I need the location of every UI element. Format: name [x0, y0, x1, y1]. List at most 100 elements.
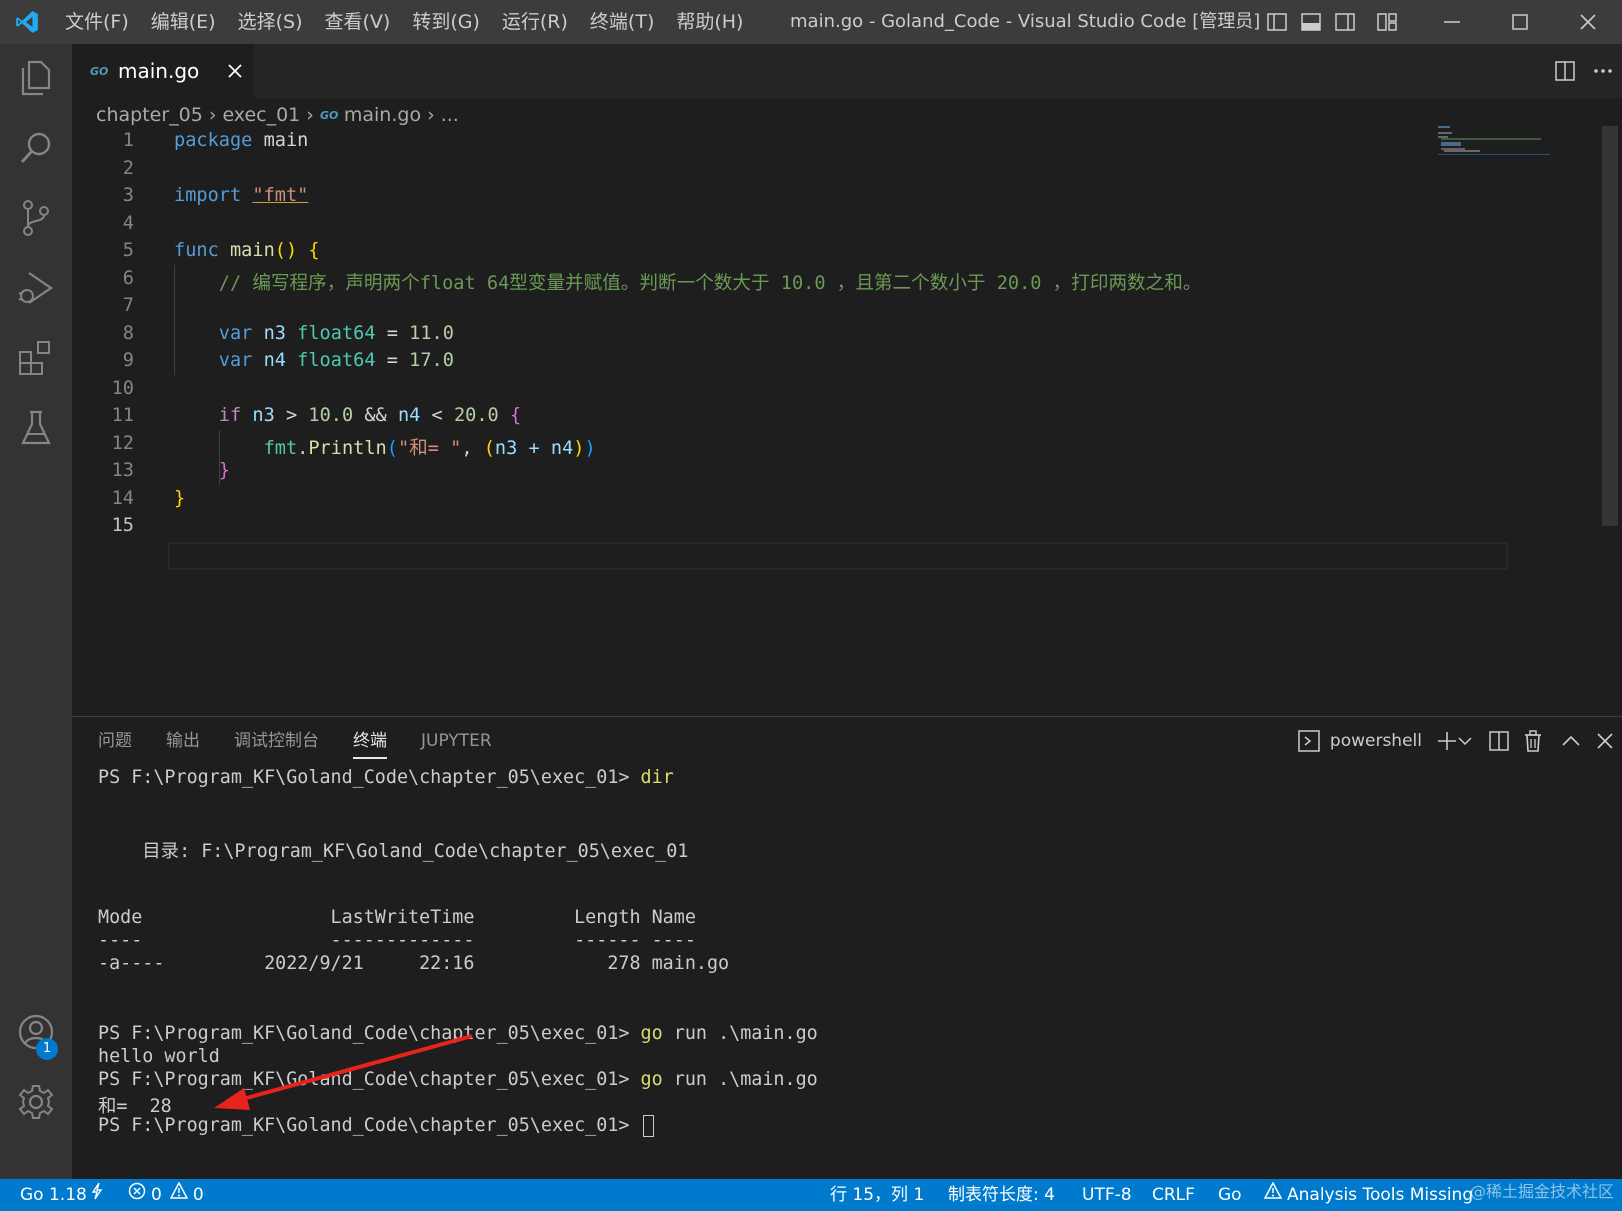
line-number: 15	[111, 515, 134, 536]
kill-terminal-icon[interactable]	[1516, 724, 1550, 758]
lightning-icon	[91, 1179, 103, 1211]
chevron-right-icon: ›	[306, 104, 314, 126]
editor-actions	[1546, 44, 1622, 98]
minimize-icon[interactable]	[1418, 0, 1486, 44]
line-number: 5	[122, 240, 134, 261]
breadcrumb-chapter[interactable]: chapter_05	[96, 104, 203, 126]
breadcrumb: chapter_05 › exec_01 › GO main.go › ...	[96, 100, 459, 130]
menu-selection[interactable]: 选择(S)	[227, 0, 314, 44]
code-line: import "fmt"	[174, 185, 309, 206]
run-debug-icon[interactable]	[0, 256, 72, 320]
split-editor-icon[interactable]	[1546, 51, 1584, 91]
code-line: // 编写程序，声明两个float 64型变量并赋值。判断一个数大于 10.0 …	[218, 272, 1202, 294]
code-editor[interactable]: 1 2 3 4 5 6 7 8 9 10 11 12 13 14 15 pack…	[72, 130, 1552, 690]
current-line-highlight	[168, 542, 1508, 570]
split-terminal-icon[interactable]	[1482, 724, 1516, 758]
menu-help[interactable]: 帮助(H)	[665, 0, 754, 44]
chevron-down-icon[interactable]	[1456, 724, 1474, 758]
menu-edit[interactable]: 编辑(E)	[140, 0, 227, 44]
terminal-line: ---- ------------- ------ ----	[98, 930, 696, 951]
code-line: }	[218, 460, 230, 481]
encoding[interactable]: UTF-8	[1082, 1179, 1132, 1211]
menu-terminal[interactable]: 终端(T)	[579, 0, 665, 44]
tab-output[interactable]: 输出	[166, 717, 200, 765]
line-number: 13	[111, 460, 134, 481]
tab-main-go[interactable]: GO main.go	[72, 44, 254, 98]
window-controls	[1260, 0, 1622, 44]
accounts-badge: 1	[36, 1038, 58, 1060]
svg-text:GO: GO	[90, 65, 108, 77]
testing-icon[interactable]	[0, 396, 72, 460]
close-panel-icon[interactable]	[1588, 724, 1622, 758]
breadcrumb-file[interactable]: main.go	[344, 104, 421, 126]
terminal-shell-name[interactable]: powershell	[1330, 731, 1422, 751]
editor-group: GO main.go chapter_05 › exec_01 › GO mai…	[72, 44, 1622, 716]
more-actions-icon[interactable]	[1584, 51, 1622, 91]
vscode-logo-icon	[0, 0, 54, 44]
window-title: main.go - Goland_Code - Visual Studio Co…	[790, 11, 1261, 32]
accounts-icon[interactable]: 1	[0, 1000, 72, 1064]
code-line: package main	[174, 130, 309, 151]
breadcrumb-symbol[interactable]: ...	[441, 104, 459, 126]
extensions-icon[interactable]	[0, 326, 72, 390]
language-mode[interactable]: Go	[1218, 1179, 1242, 1211]
menu-view[interactable]: 查看(V)	[314, 0, 402, 44]
explorer-icon[interactable]	[0, 46, 72, 110]
terminal-line: 目录: F:\Program_KF\Goland_Code\chapter_05…	[98, 841, 689, 862]
indentation[interactable]: 制表符长度: 4	[948, 1179, 1055, 1211]
customize-layout-icon[interactable]	[1370, 0, 1404, 44]
line-number: 4	[122, 212, 134, 234]
toggle-panel-icon[interactable]	[1294, 0, 1328, 44]
scrollbar-thumb[interactable]	[1602, 126, 1618, 526]
terminal-shell-icon	[1292, 724, 1326, 758]
code-line: if n3 > 10.0 && n4 < 20.0 {	[218, 405, 522, 426]
panel-actions: powershell	[1292, 717, 1622, 765]
tab-label: main.go	[118, 59, 200, 83]
editor-scrollbar[interactable]	[1600, 126, 1622, 686]
line-number: 12	[111, 432, 134, 454]
line-number: 3	[122, 185, 134, 206]
settings-gear-icon[interactable]	[0, 1070, 72, 1134]
search-icon[interactable]	[0, 116, 72, 180]
tab-debug-console[interactable]: 调试控制台	[234, 717, 319, 765]
analysis-tools[interactable]: Analysis Tools Missing	[1263, 1179, 1473, 1211]
menu-go[interactable]: 转到(G)	[401, 0, 491, 44]
maximize-panel-icon[interactable]	[1554, 724, 1588, 758]
code-line: var n4 float64 = 17.0	[218, 350, 454, 371]
line-number: 2	[122, 157, 134, 179]
maximize-icon[interactable]	[1486, 0, 1554, 44]
breadcrumb-exec[interactable]: exec_01	[222, 104, 300, 126]
tab-jupyter[interactable]: JUPYTER	[421, 717, 492, 765]
minimap[interactable]	[1438, 126, 1550, 162]
code-line: func main() {	[174, 240, 320, 261]
line-number: 9	[122, 350, 134, 371]
line-ending[interactable]: CRLF	[1152, 1179, 1195, 1211]
tab-bar: GO main.go	[72, 44, 1622, 98]
watermark: @稀土掘金技术社区	[1469, 1182, 1614, 1201]
tab-terminal[interactable]: 终端	[353, 717, 387, 765]
code-line: }	[174, 487, 186, 509]
line-number: 1	[122, 130, 134, 151]
menu-run[interactable]: 运行(R)	[491, 0, 579, 44]
annotation-arrow	[214, 1034, 473, 1110]
warning-icon	[1263, 1179, 1283, 1211]
cursor-position[interactable]: 行 15，列 1	[830, 1179, 924, 1211]
activity-bar: 1	[0, 44, 72, 1179]
terminal-line: Mode LastWriteTime Length Name	[98, 907, 696, 928]
warning-icon	[169, 1179, 189, 1211]
go-version[interactable]: Go 1.18	[20, 1179, 103, 1211]
chevron-right-icon: ›	[208, 104, 217, 126]
toggle-secondary-sidebar-icon[interactable]	[1328, 0, 1362, 44]
toggle-sidebar-icon[interactable]	[1260, 0, 1294, 44]
go-file-icon: GO	[90, 62, 114, 81]
tab-problems[interactable]: 问题	[98, 717, 132, 765]
close-window-icon[interactable]	[1554, 0, 1622, 44]
line-number: 8	[122, 322, 134, 344]
source-control-icon[interactable]	[0, 186, 72, 250]
chevron-right-icon: ›	[427, 104, 435, 126]
code-line: fmt.Println("和= ", (n3 + n4))	[263, 437, 596, 459]
close-tab-icon[interactable]	[222, 58, 248, 84]
problems-indicator[interactable]: 0 0	[128, 1179, 204, 1211]
menu-file[interactable]: 文件(F)	[54, 0, 140, 44]
line-number: 7	[122, 295, 134, 316]
